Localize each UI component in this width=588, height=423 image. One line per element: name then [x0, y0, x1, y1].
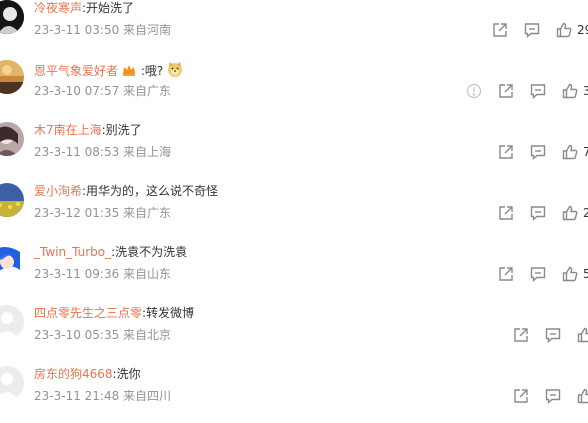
comment-icon[interactable]	[529, 82, 547, 100]
comment-item: 木7南在上海:别洗了 23-3-11 08:53 来自上海 7	[0, 108, 588, 169]
share-icon[interactable]	[497, 204, 515, 222]
comment-text: :别洗了	[101, 123, 142, 137]
comment-icon[interactable]	[544, 387, 562, 405]
username-link[interactable]: 恩平气象爱好者	[34, 64, 118, 78]
comment-meta: 23-3-10 07:57 来自广东	[34, 84, 172, 98]
username-link[interactable]: 冷夜寒声	[34, 1, 82, 15]
avatar[interactable]	[0, 60, 24, 94]
comment-item: 恩平气象爱好者 :哦? 23-3-10 07:57 来自广东 3	[0, 47, 588, 108]
share-icon[interactable]	[497, 82, 515, 100]
share-icon[interactable]	[497, 265, 515, 283]
like-count: 29	[577, 23, 588, 37]
like-icon[interactable]	[555, 21, 573, 39]
comment-body: 木7南在上海:别洗了	[34, 122, 142, 138]
share-icon[interactable]	[491, 21, 509, 39]
comment-icon[interactable]	[523, 21, 541, 39]
comment-item: 房东的狗4668:洗你 23-3-11 21:48 来自四川	[0, 352, 588, 413]
like-icon[interactable]	[576, 387, 588, 405]
doge-emoji-icon	[166, 60, 184, 82]
like-count: 3	[583, 84, 588, 98]
like-icon[interactable]	[576, 326, 588, 344]
username-link[interactable]: 房东的狗4668	[34, 367, 113, 381]
avatar[interactable]	[0, 183, 24, 217]
comment-text: :洗袁不为洗袁	[111, 245, 188, 259]
share-icon[interactable]	[497, 143, 515, 161]
comment-icon[interactable]	[529, 265, 547, 283]
avatar[interactable]	[0, 0, 24, 34]
comment-body: 爱小洵希:用华为的，这么说不奇怪	[34, 183, 218, 199]
comment-meta: 23-3-11 08:53 来自上海	[34, 145, 172, 159]
comment-text: :洗你	[112, 367, 141, 381]
comment-item: 冷夜寒声:开始洗了 23-3-11 03:50 来自河南 29	[0, 0, 588, 47]
comment-text: :转发微博	[142, 306, 195, 320]
comment-meta: 23-3-11 09:36 来自山东	[34, 267, 172, 281]
share-icon[interactable]	[512, 326, 530, 344]
like-icon[interactable]	[561, 204, 579, 222]
username-link[interactable]: _Twin_Turbo_	[34, 245, 111, 259]
avatar[interactable]	[0, 305, 24, 339]
like-count: 5	[583, 267, 588, 281]
crown-badge-icon	[121, 62, 137, 82]
username-link[interactable]: 爱小洵希	[34, 184, 82, 198]
share-icon[interactable]	[512, 387, 530, 405]
comment-text: :开始洗了	[82, 1, 135, 15]
comment-item: 四点零先生之三点零:转发微博 23-3-10 05:35 来自北京	[0, 291, 588, 352]
comment-body: 四点零先生之三点零:转发微博	[34, 305, 194, 321]
report-icon[interactable]	[465, 82, 483, 100]
comment-item: _Twin_Turbo_:洗袁不为洗袁 23-3-11 09:36 来自山东 5	[0, 230, 588, 291]
comment-body: 恩平气象爱好者 :哦?	[34, 60, 184, 82]
comment-meta: 23-3-11 03:50 来自河南	[34, 23, 172, 37]
like-count: 2	[583, 206, 588, 220]
comment-icon[interactable]	[529, 143, 547, 161]
comment-text: :哦?	[140, 64, 164, 78]
comment-body: 房东的狗4668:洗你	[34, 366, 141, 382]
like-icon[interactable]	[561, 265, 579, 283]
username-link[interactable]: 木7南在上海	[34, 123, 102, 137]
comment-meta: 23-3-11 21:48 来自四川	[34, 389, 172, 403]
username-link[interactable]: 四点零先生之三点零	[34, 306, 142, 320]
comment-icon[interactable]	[529, 204, 547, 222]
avatar[interactable]	[0, 122, 24, 156]
comment-meta: 23-3-12 01:35 来自广东	[34, 206, 172, 220]
avatar[interactable]	[0, 244, 24, 278]
like-icon[interactable]	[561, 143, 579, 161]
comment-item: 爱小洵希:用华为的，这么说不奇怪 23-3-12 01:35 来自广东 2	[0, 169, 588, 230]
comment-text: :用华为的，这么说不奇怪	[82, 184, 219, 198]
like-count: 7	[583, 145, 588, 159]
comment-icon[interactable]	[544, 326, 562, 344]
comment-meta: 23-3-10 05:35 来自北京	[34, 328, 172, 342]
comment-body: _Twin_Turbo_:洗袁不为洗袁	[34, 244, 187, 260]
like-icon[interactable]	[561, 82, 579, 100]
avatar[interactable]	[0, 366, 24, 400]
comment-body: 冷夜寒声:开始洗了	[34, 0, 134, 16]
